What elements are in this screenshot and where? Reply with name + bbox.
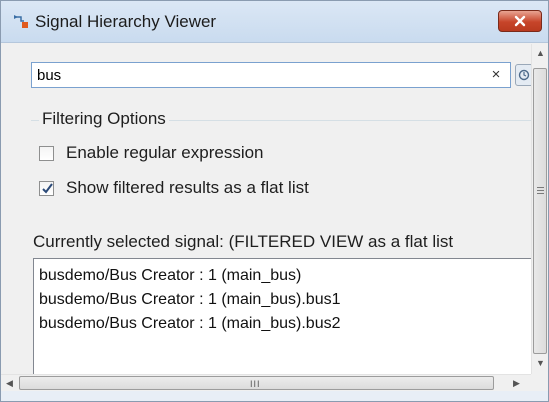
enable-regex-checkbox[interactable] xyxy=(39,145,54,161)
signal-hierarchy-app-icon xyxy=(13,14,29,30)
window-title: Signal Hierarchy Viewer xyxy=(35,12,217,31)
flat-list-label: Show filtered results as a flat list xyxy=(66,178,309,197)
signal-hierarchy-viewer-window: Signal Hierarchy Viewer × Filtering Opti… xyxy=(0,0,549,402)
scroll-down-arrow-icon[interactable]: ▼ xyxy=(536,358,545,368)
vertical-scroll-thumb[interactable] xyxy=(533,68,547,354)
horizontal-grip-icon: III xyxy=(250,379,261,389)
search-box: × xyxy=(31,62,511,88)
close-button[interactable] xyxy=(498,10,542,32)
window-bottom-edge xyxy=(1,391,548,401)
scroll-left-arrow-icon[interactable]: ◀ xyxy=(6,378,13,389)
scroll-up-arrow-icon[interactable]: ▲ xyxy=(536,48,545,58)
title-bar[interactable]: Signal Hierarchy Viewer xyxy=(1,1,548,43)
scrollbar-corner xyxy=(531,374,548,391)
filtering-options-title: Filtering Options xyxy=(39,109,169,129)
selected-signal-label: Currently selected signal: (FILTERED VIE… xyxy=(33,232,454,251)
flat-list-checkbox[interactable] xyxy=(39,180,54,196)
scroll-right-arrow-icon[interactable]: ▶ xyxy=(513,378,520,389)
flat-list-option[interactable]: Show filtered results as a flat list xyxy=(39,178,309,198)
clear-search-button[interactable]: × xyxy=(488,66,504,84)
horizontal-scroll-thumb[interactable]: III xyxy=(19,376,494,390)
results-list[interactable]: busdemo/Bus Creator : 1 (main_bus) busde… xyxy=(33,258,531,374)
list-item[interactable]: busdemo/Bus Creator : 1 (main_bus) xyxy=(39,267,301,285)
content-area: × Filtering Options Enable regular expre… xyxy=(1,44,531,374)
vertical-scrollbar[interactable]: ▲ ▼ xyxy=(531,44,548,374)
checkmark-icon xyxy=(42,182,53,194)
enable-regex-label: Enable regular expression xyxy=(66,143,264,162)
search-input[interactable] xyxy=(37,65,477,85)
close-icon xyxy=(514,15,526,27)
horizontal-scrollbar[interactable]: ◀ III ▶ xyxy=(1,374,531,391)
list-item[interactable]: busdemo/Bus Creator : 1 (main_bus).bus2 xyxy=(39,315,340,333)
enable-regex-option[interactable]: Enable regular expression xyxy=(39,143,264,163)
vertical-grip-icon xyxy=(537,187,544,196)
list-item[interactable]: busdemo/Bus Creator : 1 (main_bus).bus1 xyxy=(39,291,340,309)
search-options-icon[interactable] xyxy=(515,64,531,86)
